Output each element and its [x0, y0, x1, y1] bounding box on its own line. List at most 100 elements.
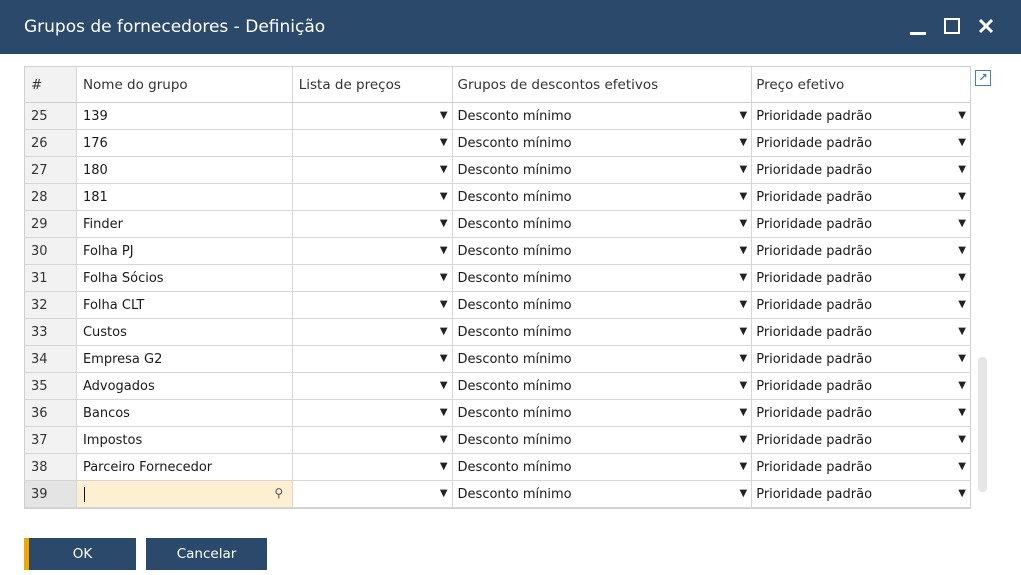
price-list-cell[interactable]: ▼ [293, 238, 453, 264]
dropdown-arrow-icon[interactable]: ▼ [440, 137, 448, 148]
table-row[interactable]: 31 Folha Sócios ▼ Desconto mínimo ▼ Prioridad… [25, 265, 971, 292]
column-header-discount-groups[interactable]: Grupos de descontos efetivos [453, 67, 753, 102]
price-list-cell[interactable]: ▼ [293, 400, 453, 426]
effective-price-cell[interactable]: Prioridade padrão ▼ [752, 481, 971, 507]
group-name-cell[interactable]: 139 [77, 103, 293, 129]
maximize-button[interactable] [938, 12, 966, 40]
table-row[interactable]: 34 Empresa G2 ▼ Desconto mínimo ▼ Prioridade … [25, 346, 971, 373]
dropdown-arrow-icon[interactable]: ▼ [740, 110, 748, 121]
price-list-cell[interactable]: ▼ [293, 292, 453, 318]
price-list-cell[interactable]: ▼ [293, 103, 453, 129]
discount-group-cell[interactable]: Desconto mínimo ▼ [453, 454, 753, 480]
column-header-price-list[interactable]: Lista de preços [293, 67, 453, 102]
dropdown-arrow-icon[interactable]: ▼ [440, 434, 448, 445]
table-row[interactable]: 28 181 ▼ Desconto mínimo ▼ Prioridade padrão ▼ [25, 184, 971, 211]
group-name-cell[interactable]: Folha CLT [77, 292, 293, 318]
discount-group-cell[interactable]: Desconto mínimo ▼ [453, 292, 753, 318]
dropdown-arrow-icon[interactable]: ▼ [440, 272, 448, 283]
group-name-cell[interactable]: 180 [77, 157, 293, 183]
price-list-cell[interactable]: ▼ [293, 211, 453, 237]
dropdown-arrow-icon[interactable]: ▼ [740, 218, 748, 229]
discount-group-cell[interactable]: Desconto mínimo ▼ [453, 184, 753, 210]
dropdown-arrow-icon[interactable]: ▼ [740, 245, 748, 256]
table-row[interactable]: 27 180 ▼ Desconto mínimo ▼ Prioridade padrão ▼ [25, 157, 971, 184]
price-list-cell[interactable]: ▼ [293, 346, 453, 372]
effective-price-cell[interactable]: Prioridade padrão ▼ [752, 454, 971, 480]
discount-group-cell[interactable]: Desconto mínimo ▼ [453, 211, 753, 237]
dropdown-arrow-icon[interactable]: ▼ [740, 326, 748, 337]
discount-group-cell[interactable]: Desconto mínimo ▼ [453, 319, 753, 345]
dropdown-arrow-icon[interactable]: ▼ [958, 137, 966, 148]
dropdown-arrow-icon[interactable]: ▼ [440, 326, 448, 337]
effective-price-cell[interactable]: Prioridade padrão ▼ [752, 373, 971, 399]
group-name-cell[interactable]: Empresa G2 [77, 346, 293, 372]
effective-price-cell[interactable]: Prioridade padrão ▼ [752, 130, 971, 156]
table-row[interactable]: 26 176 ▼ Desconto mínimo ▼ Prioridade padrão ▼ [25, 130, 971, 157]
dropdown-arrow-icon[interactable]: ▼ [740, 299, 748, 310]
table-row[interactable]: 37 Impostos ▼ Desconto mínimo ▼ Prioridade pa… [25, 427, 971, 454]
price-list-cell[interactable]: ▼ [293, 373, 453, 399]
dropdown-arrow-icon[interactable]: ▼ [740, 164, 748, 175]
group-name-cell[interactable]: Parceiro Fornecedor [77, 454, 293, 480]
dropdown-arrow-icon[interactable]: ▼ [958, 272, 966, 283]
dropdown-arrow-icon[interactable]: ▼ [740, 434, 748, 445]
discount-group-cell[interactable]: Desconto mínimo ▼ [453, 157, 753, 183]
column-header-number[interactable]: # [25, 67, 77, 102]
effective-price-cell[interactable]: Prioridade padrão ▼ [752, 400, 971, 426]
discount-group-cell[interactable]: Desconto mínimo ▼ [453, 373, 753, 399]
vertical-scrollbar[interactable] [978, 357, 987, 492]
dropdown-arrow-icon[interactable]: ▼ [740, 461, 748, 472]
effective-price-cell[interactable]: Prioridade padrão ▼ [752, 346, 971, 372]
dropdown-arrow-icon[interactable]: ▼ [440, 380, 448, 391]
dropdown-arrow-icon[interactable]: ▼ [440, 218, 448, 229]
discount-group-cell[interactable]: Desconto mínimo ▼ [453, 427, 753, 453]
table-row[interactable]: 29 Finder ▼ Desconto mínimo ▼ Prioridade padr… [25, 211, 971, 238]
table-row[interactable]: 32 Folha CLT ▼ Desconto mínimo ▼ Prioridade p… [25, 292, 971, 319]
effective-price-cell[interactable]: Prioridade padrão ▼ [752, 211, 971, 237]
dropdown-arrow-icon[interactable]: ▼ [958, 380, 966, 391]
dropdown-arrow-icon[interactable]: ▼ [740, 407, 748, 418]
price-list-cell[interactable]: ▼ [293, 481, 453, 507]
price-list-cell[interactable]: ▼ [293, 157, 453, 183]
column-header-group-name[interactable]: Nome do grupo [77, 67, 293, 102]
discount-group-cell[interactable]: Desconto mínimo ▼ [453, 400, 753, 426]
dropdown-arrow-icon[interactable]: ▼ [958, 191, 966, 202]
table-row[interactable]: 36 Bancos ▼ Desconto mínimo ▼ Prioridade padr… [25, 400, 971, 427]
dropdown-arrow-icon[interactable]: ▼ [740, 137, 748, 148]
effective-price-cell[interactable]: Prioridade padrão ▼ [752, 292, 971, 318]
ok-button[interactable]: OK [24, 538, 136, 570]
minimize-button[interactable] [904, 12, 932, 40]
dropdown-arrow-icon[interactable]: ▼ [440, 461, 448, 472]
discount-group-cell[interactable]: Desconto mínimo ▼ [453, 238, 753, 264]
group-name-cell[interactable]: 181 [77, 184, 293, 210]
dropdown-arrow-icon[interactable]: ▼ [440, 488, 448, 499]
discount-group-cell[interactable]: Desconto mínimo ▼ [453, 265, 753, 291]
effective-price-cell[interactable]: Prioridade padrão ▼ [752, 427, 971, 453]
dropdown-arrow-icon[interactable]: ▼ [740, 272, 748, 283]
dropdown-arrow-icon[interactable]: ▼ [958, 407, 966, 418]
table-row[interactable]: 39 ⚲ ▼ Desconto mínimo ▼ Prioridade padrão ▼ [25, 481, 971, 508]
close-button[interactable] [972, 12, 1000, 40]
group-name-cell[interactable]: ⚲ [76, 481, 293, 507]
effective-price-cell[interactable]: Prioridade padrão ▼ [752, 103, 971, 129]
dropdown-arrow-icon[interactable]: ▼ [958, 434, 966, 445]
price-list-cell[interactable]: ▼ [293, 319, 453, 345]
effective-price-cell[interactable]: Prioridade padrão ▼ [752, 319, 971, 345]
price-list-cell[interactable]: ▼ [293, 130, 453, 156]
table-row[interactable]: 38 Parceiro Fornecedor ▼ Desconto mínimo ▼ Pr… [25, 454, 971, 481]
group-name-cell[interactable]: Folha Sócios [77, 265, 293, 291]
cancel-button[interactable]: Cancelar [146, 538, 267, 570]
dropdown-arrow-icon[interactable]: ▼ [958, 326, 966, 337]
discount-group-cell[interactable]: Desconto mínimo ▼ [453, 346, 753, 372]
group-name-cell[interactable]: Impostos [77, 427, 293, 453]
dropdown-arrow-icon[interactable]: ▼ [958, 218, 966, 229]
effective-price-cell[interactable]: Prioridade padrão ▼ [752, 157, 971, 183]
table-row[interactable]: 33 Custos ▼ Desconto mínimo ▼ Prioridade padr… [25, 319, 971, 346]
dropdown-arrow-icon[interactable]: ▼ [440, 407, 448, 418]
price-list-cell[interactable]: ▼ [293, 454, 453, 480]
effective-price-cell[interactable]: Prioridade padrão ▼ [752, 184, 971, 210]
dropdown-arrow-icon[interactable]: ▼ [740, 191, 748, 202]
dropdown-arrow-icon[interactable]: ▼ [440, 191, 448, 202]
dropdown-arrow-icon[interactable]: ▼ [440, 353, 448, 364]
dropdown-arrow-icon[interactable]: ▼ [740, 380, 748, 391]
